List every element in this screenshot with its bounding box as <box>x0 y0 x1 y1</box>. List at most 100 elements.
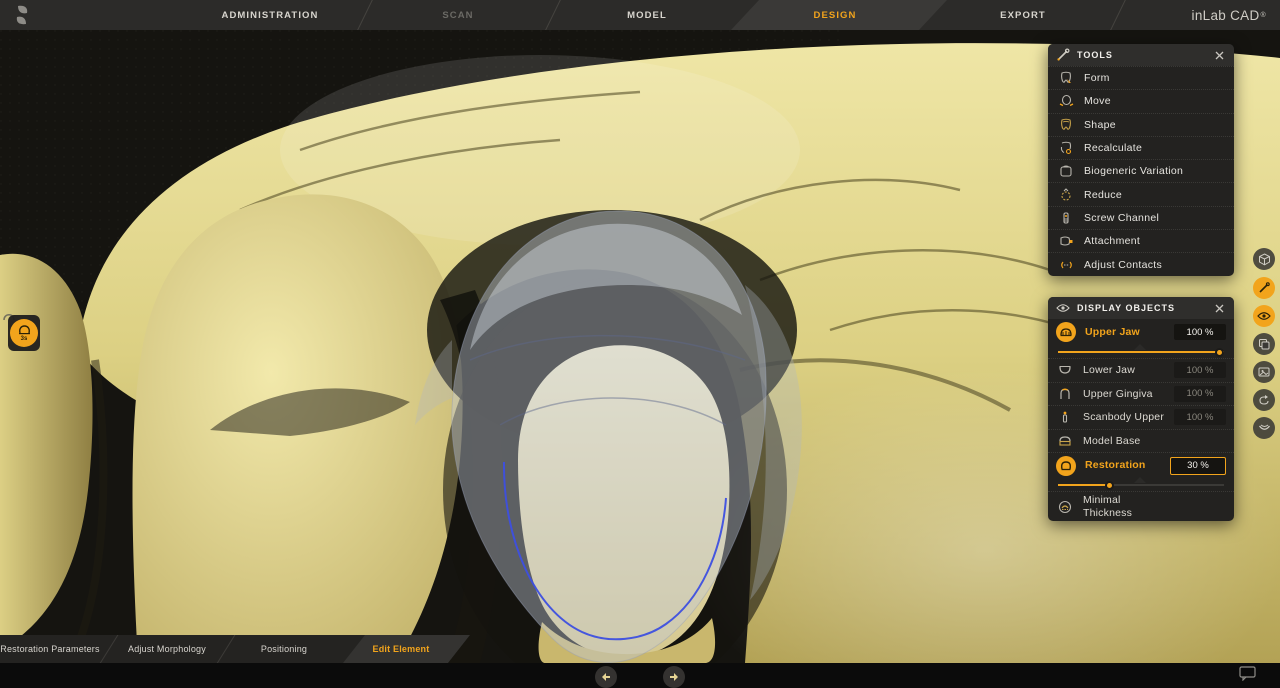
object-label: Lower Jaw <box>1083 364 1165 376</box>
tab-model[interactable]: MODEL <box>557 0 737 30</box>
step-edit-element[interactable]: Edit Element <box>343 635 459 663</box>
slider-track <box>1058 351 1224 353</box>
form-tooth-cursor-icon <box>1058 70 1074 86</box>
biogeneric-variation-icon <box>1058 163 1074 179</box>
display-objects-panel: DISPLAY OBJECTS Upper Jaw 100 % Lower Ja… <box>1048 297 1234 521</box>
slider-track <box>1058 484 1224 486</box>
close-icon[interactable] <box>1212 301 1226 315</box>
slider-fill <box>1058 351 1224 353</box>
tool-item-attachment[interactable]: Attachment <box>1048 229 1234 252</box>
step-adjust-morphology[interactable]: Adjust Morphology <box>109 635 225 663</box>
tool-item-label: Recalculate <box>1084 142 1142 154</box>
design-step-bar: Restoration Parameters Adjust Morphology… <box>0 635 470 663</box>
tool-item-biogeneric-variation[interactable]: Biogeneric Variation <box>1048 159 1234 182</box>
slider-knob[interactable] <box>1105 481 1114 490</box>
object-label: Scanbody Upper <box>1083 411 1165 423</box>
opacity-value[interactable]: 100 % <box>1174 324 1226 340</box>
recalculate-tooth-icon <box>1058 140 1074 156</box>
scanbody-upper-icon <box>1056 408 1074 426</box>
tool-item-label: Adjust Contacts <box>1084 259 1162 271</box>
object-label: Model Base <box>1083 435 1226 447</box>
tools-panel: TOOLS Form Move Shape Recalculate Biogen… <box>1048 44 1234 276</box>
tool-item-label: Biogeneric Variation <box>1084 165 1183 177</box>
caliper-tool-icon <box>1056 48 1070 62</box>
attachment-icon <box>1058 233 1074 249</box>
bottom-strip <box>0 663 1280 688</box>
top-phase-bar: ADMINISTRATION SCAN MODEL DESIGN EXPORT … <box>0 0 1280 30</box>
opacity-value: 100 % <box>1174 409 1226 425</box>
object-label: Upper Gingiva <box>1083 388 1165 400</box>
tool-item-adjust-contacts[interactable]: Adjust Contacts <box>1048 252 1234 275</box>
opacity-value: 100 % <box>1174 362 1226 378</box>
reduce-tooth-icon <box>1058 187 1074 203</box>
slider-notch <box>1134 477 1146 483</box>
step-positioning[interactable]: Positioning <box>226 635 342 663</box>
opacity-value-input[interactable]: 30 % <box>1170 457 1226 475</box>
object-label: Restoration <box>1085 459 1161 471</box>
tools-panel-header: TOOLS <box>1048 44 1234 66</box>
jaw-arch-icon[interactable] <box>1253 417 1275 439</box>
tab-design[interactable]: DESIGN <box>745 0 925 30</box>
chat-bubble-icon[interactable] <box>1236 664 1258 682</box>
tool-item-shape[interactable]: Shape <box>1048 113 1234 136</box>
step-restoration-parameters[interactable]: Restoration Parameters <box>0 635 108 663</box>
step-forward-arrow-icon[interactable] <box>663 666 685 688</box>
object-row-upper-jaw[interactable]: Upper Jaw 100 % <box>1048 319 1234 345</box>
move-tooth-icon <box>1058 93 1074 109</box>
duplicate-icon[interactable] <box>1253 333 1275 355</box>
close-icon[interactable] <box>1212 48 1226 62</box>
shape-tooth-icon <box>1058 117 1074 133</box>
tool-item-label: Screw Channel <box>1084 212 1159 224</box>
object-row-model-base[interactable]: Model Base <box>1048 429 1234 453</box>
upper-jaw-icon <box>1056 322 1076 342</box>
restoration-crown-icon <box>1056 456 1076 476</box>
tool-item-label: Attachment <box>1084 235 1140 247</box>
opacity-value: 100 % <box>1174 386 1226 402</box>
display-objects-title: DISPLAY OBJECTS <box>1077 303 1205 313</box>
restoration-crown-icon: 3s <box>10 319 38 347</box>
tool-item-label: Shape <box>1084 119 1116 131</box>
tab-administration[interactable]: ADMINISTRATION <box>180 0 360 30</box>
object-row-upper-gingiva[interactable]: Upper Gingiva 100 % <box>1048 382 1234 406</box>
tool-item-label: Reduce <box>1084 189 1122 201</box>
tab-scan[interactable]: SCAN <box>368 0 548 30</box>
tools-panel-title: TOOLS <box>1077 50 1205 60</box>
tools-caliper-icon[interactable] <box>1253 277 1275 299</box>
dentsply-sirona-logo <box>12 5 32 25</box>
share-icon[interactable] <box>1253 389 1275 411</box>
eye-icon <box>1056 303 1070 313</box>
minimal-thickness-icon <box>1056 498 1074 516</box>
tab-export[interactable]: EXPORT <box>933 0 1113 30</box>
restoration-opacity-slider[interactable] <box>1048 478 1234 491</box>
view-cube-icon[interactable] <box>1253 248 1275 270</box>
display-objects-eye-icon[interactable] <box>1253 305 1275 327</box>
slider-fill <box>1058 484 1108 486</box>
app-brand: inLab CAD® <box>1192 0 1266 30</box>
object-row-scanbody-upper[interactable]: Scanbody Upper 100 % <box>1048 405 1234 429</box>
tool-item-screw-channel[interactable]: Screw Channel <box>1048 206 1234 229</box>
model-base-icon <box>1056 432 1074 450</box>
tool-item-move[interactable]: Move <box>1048 89 1234 112</box>
tool-item-form[interactable]: Form <box>1048 66 1234 89</box>
tool-item-reduce[interactable]: Reduce <box>1048 182 1234 205</box>
slider-notch <box>1134 344 1146 350</box>
screw-channel-icon <box>1058 210 1074 226</box>
object-label: Minimal Thickness <box>1083 494 1155 518</box>
adjust-contacts-icon <box>1058 257 1074 273</box>
badge-label: 3s <box>21 336 28 342</box>
screenshot-icon[interactable] <box>1253 361 1275 383</box>
lower-jaw-icon <box>1056 361 1074 379</box>
tool-item-label: Move <box>1084 95 1111 107</box>
object-label: Upper Jaw <box>1085 326 1165 338</box>
upper-jaw-opacity-slider[interactable] <box>1048 345 1234 358</box>
tool-item-label: Form <box>1084 72 1110 84</box>
object-row-restoration[interactable]: Restoration 30 % <box>1048 452 1234 478</box>
slider-knob[interactable] <box>1215 348 1224 357</box>
brand-registered-mark: ® <box>1261 12 1266 19</box>
tooth-position-badge[interactable]: 3s <box>8 315 40 351</box>
object-row-minimal-thickness[interactable]: Minimal Thickness <box>1048 491 1234 521</box>
tool-item-recalculate[interactable]: Recalculate <box>1048 136 1234 159</box>
object-row-lower-jaw[interactable]: Lower Jaw 100 % <box>1048 358 1234 382</box>
step-back-arrow-icon[interactable] <box>595 666 617 688</box>
upper-gingiva-icon <box>1056 385 1074 403</box>
